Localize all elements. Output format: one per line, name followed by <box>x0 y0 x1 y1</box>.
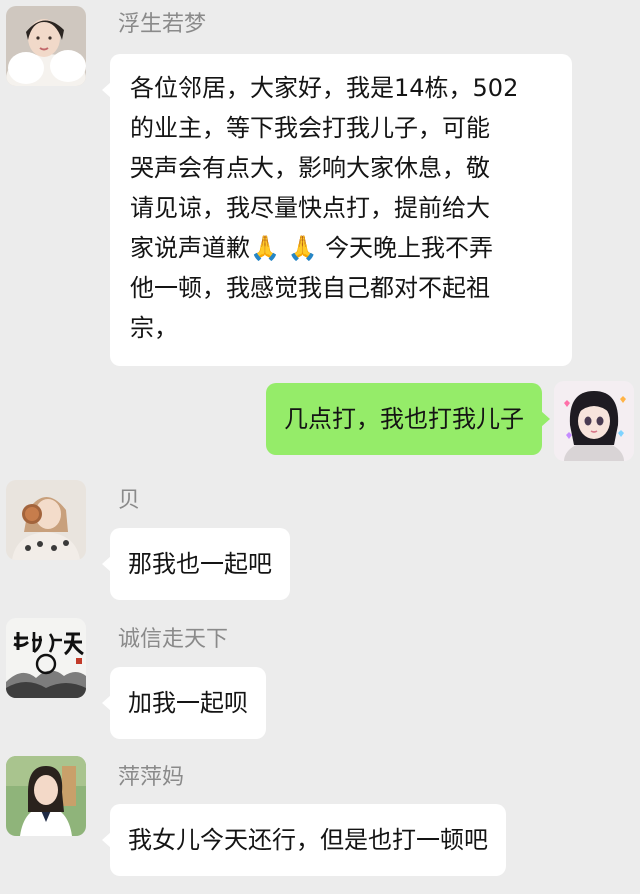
avatar-photo-icon <box>6 756 86 836</box>
my-message-bubble[interactable]: 几点打，我也打我儿子 <box>266 383 550 455</box>
message-bubble[interactable]: 加我一起呗 <box>102 667 266 739</box>
message-bubble[interactable]: 那我也一起吧 <box>102 528 290 600</box>
message-line: 他一顿，我感觉我自己都对不起祖 <box>130 274 490 302</box>
sender-name: 贝 <box>118 488 141 513</box>
message-text: 家说声道歉 <box>130 234 250 262</box>
folded-hands-icon: 🙏 <box>250 234 280 262</box>
folded-hands-icon: 🙏 <box>287 234 318 262</box>
message-line: 宗， <box>130 314 178 342</box>
avatar-me[interactable] <box>554 381 634 461</box>
avatar-photo-icon <box>6 480 86 560</box>
message-line: 哭声会有点大，影响大家休息，敬 <box>130 154 490 182</box>
message-line: 的业主，等下我会打我儿子，可能 <box>130 114 490 142</box>
message-bubble[interactable]: 各位邻居，大家好，我是14栋，502 的业主，等下我会打我儿子，可能 哭声会有点… <box>102 54 572 366</box>
avatar-photo-icon <box>6 6 86 86</box>
message-line: 家说声道歉🙏 🙏 今天晚上我不弄 <box>130 228 552 268</box>
message-line: 各位邻居，大家好，我是14栋，502 <box>130 74 519 102</box>
calligraphy-avatar-icon <box>6 618 86 698</box>
avatar-pingpingma[interactable] <box>6 756 86 836</box>
anime-girl-avatar-icon <box>554 381 634 461</box>
sender-name: 诚信走天下 <box>118 627 229 652</box>
message-line: 请见谅，我尽量快点打，提前给大 <box>130 194 490 222</box>
avatar-bei[interactable] <box>6 480 86 560</box>
avatar-fushengruomeng[interactable] <box>6 6 86 86</box>
message-bubble[interactable]: 我女儿今天还行，但是也打一顿吧 <box>102 804 506 876</box>
sender-name: 浮生若梦 <box>118 12 207 37</box>
sender-name: 萍萍妈 <box>118 765 185 790</box>
message-text: 今天晚上我不弄 <box>325 234 494 262</box>
avatar-chengxinzoutianxia[interactable] <box>6 618 86 698</box>
